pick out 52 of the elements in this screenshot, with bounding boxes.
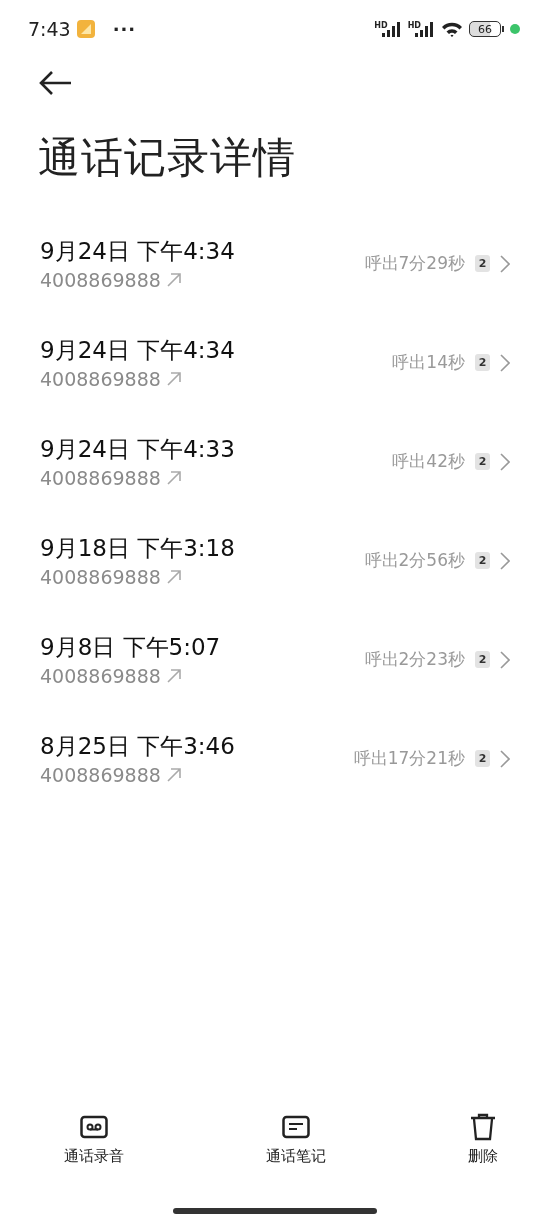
call-date-time: 9月8日 下午5:07	[40, 633, 221, 662]
chevron-right-icon[interactable]	[500, 650, 510, 669]
call-duration: 呼出7分29秒	[364, 252, 465, 275]
chevron-right-icon[interactable]	[500, 452, 510, 471]
tape-icon	[80, 1115, 108, 1139]
notes-button[interactable]: 通话笔记	[262, 1109, 330, 1170]
chevron-right-icon[interactable]	[500, 254, 510, 273]
note-icon	[282, 1115, 310, 1139]
call-date-time: 9月24日 下午4:34	[40, 336, 235, 365]
call-duration: 呼出42秒	[392, 450, 465, 473]
delete-button[interactable]: 删除	[464, 1109, 502, 1170]
outgoing-call-icon	[166, 669, 181, 683]
privacy-dot-icon	[510, 24, 520, 34]
clock-time: 7:43	[28, 18, 71, 40]
back-arrow-icon[interactable]	[38, 70, 72, 96]
outgoing-call-icon	[166, 768, 181, 782]
chevron-right-icon[interactable]	[500, 353, 510, 372]
sim-badge: 2	[475, 552, 490, 569]
network-label: HD	[374, 21, 388, 30]
call-duration: 呼出2分56秒	[364, 549, 465, 572]
more-notifications: ···	[112, 18, 137, 40]
chevron-right-icon[interactable]	[500, 551, 510, 570]
sim-badge: 2	[475, 255, 490, 272]
call-duration: 呼出14秒	[392, 351, 465, 374]
call-date-time: 9月18日 下午3:18	[40, 534, 235, 563]
phone-number: 4008869888	[40, 467, 161, 489]
outgoing-call-icon	[166, 372, 181, 386]
trash-icon	[470, 1113, 496, 1141]
recording-button[interactable]: 通话录音	[60, 1109, 128, 1170]
phone-number: 4008869888	[40, 566, 161, 588]
sim-badge: 2	[475, 453, 490, 470]
page-title: 通话记录详情	[38, 132, 297, 184]
sim-badge: 2	[475, 651, 490, 668]
phone-number: 4008869888	[40, 368, 161, 390]
outgoing-call-icon	[166, 570, 181, 584]
call-duration: 呼出17分21秒	[353, 747, 465, 770]
sim-badge: 2	[475, 354, 490, 371]
chevron-right-icon[interactable]	[500, 749, 510, 768]
call-date-time: 8月25日 下午3:46	[40, 732, 235, 761]
call-duration: 呼出2分23秒	[364, 648, 465, 671]
phone-number: 4008869888	[40, 665, 161, 687]
network-label: HD	[407, 21, 421, 30]
sim-badge: 2	[475, 750, 490, 767]
phone-number: 4008869888	[40, 764, 161, 786]
wifi-icon	[441, 20, 463, 38]
phone-number: 4008869888	[40, 269, 161, 291]
outgoing-call-icon	[166, 273, 181, 287]
outgoing-call-icon	[166, 471, 181, 485]
app-notification-icon	[76, 20, 95, 38]
call-date-time: 9月24日 下午4:34	[40, 237, 235, 266]
battery-indicator: 66	[469, 21, 504, 37]
call-date-time: 9月24日 下午4:33	[40, 435, 235, 464]
